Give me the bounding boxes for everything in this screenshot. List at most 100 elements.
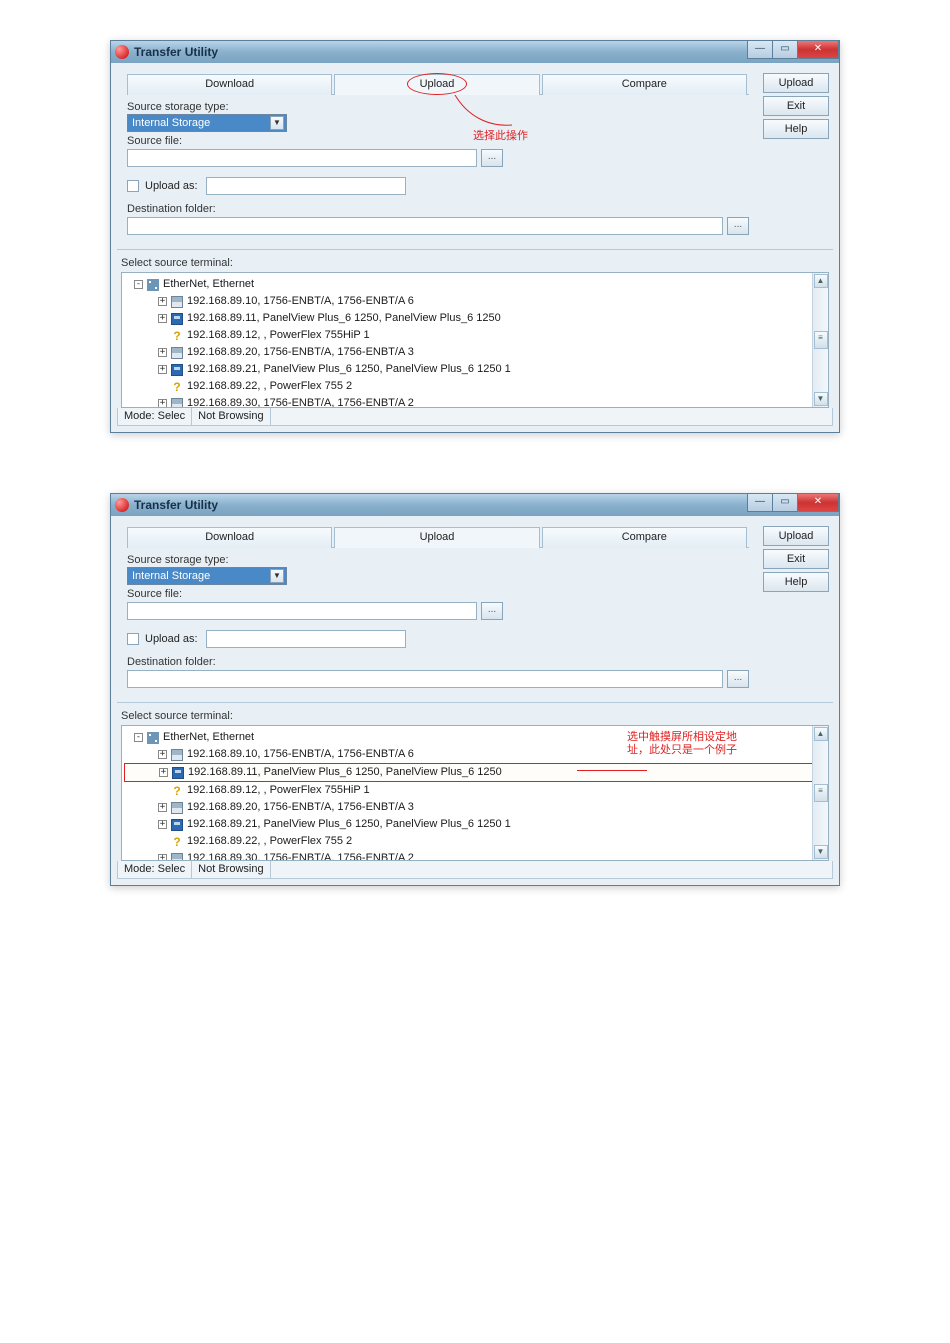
destination-browse-button[interactable]: ...	[727, 217, 749, 235]
transfer-utility-window-1: Transfer Utility — ▭ ✕ Download Upload C…	[110, 40, 840, 433]
source-storage-type-select[interactable]: Internal Storage ▼	[127, 567, 287, 585]
app-icon	[115, 498, 129, 512]
label-source-file: Source file:	[127, 588, 749, 600]
label-upload-as: Upload as:	[145, 633, 198, 645]
side-button-column: Upload Exit Help	[763, 526, 829, 592]
expand-icon[interactable]: +	[158, 803, 167, 812]
close-button[interactable]: ✕	[797, 41, 839, 59]
help-button[interactable]: Help	[763, 572, 829, 592]
tree-item[interactable]: +192.168.89.11, PanelView Plus_6 1250, P…	[124, 763, 826, 782]
scroll-down-button[interactable]: ▼	[814, 845, 828, 859]
question-icon: ?	[171, 381, 183, 393]
tree-item[interactable]: ? 192.168.89.22, , PowerFlex 755 2	[124, 378, 826, 395]
tree-item-label: 192.168.89.12, , PowerFlex 755HiP 1	[187, 327, 370, 344]
expand-icon[interactable]: +	[158, 297, 167, 306]
tree-scrollbar[interactable]: ▲ ≡ ▼	[812, 726, 828, 860]
expand-icon[interactable]: +	[158, 365, 167, 374]
help-button[interactable]: Help	[763, 119, 829, 139]
exit-button[interactable]: Exit	[763, 96, 829, 116]
scroll-up-button[interactable]: ▲	[814, 274, 828, 288]
titlebar[interactable]: Transfer Utility — ▭ ✕	[111, 41, 839, 63]
tree-root[interactable]: - EtherNet, Ethernet	[124, 276, 826, 293]
close-button[interactable]: ✕	[797, 494, 839, 512]
question-icon: ?	[171, 785, 183, 797]
tree-item[interactable]: ? 192.168.89.22, , PowerFlex 755 2	[124, 833, 826, 850]
tree-item[interactable]: ? 192.168.89.12, , PowerFlex 755HiP 1	[124, 327, 826, 344]
tree-item-label: 192.168.89.21, PanelView Plus_6 1250, Pa…	[187, 361, 511, 378]
tree-item-label: 192.168.89.11, PanelView Plus_6 1250, Pa…	[188, 764, 502, 781]
expand-icon[interactable]: +	[158, 854, 167, 861]
transfer-utility-window-2: Transfer Utility — ▭ ✕ Download Upload C…	[110, 493, 840, 886]
destination-folder-input[interactable]	[127, 670, 723, 688]
expand-icon[interactable]: +	[158, 399, 167, 408]
tree-item[interactable]: +192.168.89.30, 1756-ENBT/A, 1756-ENBT/A…	[124, 850, 826, 861]
expand-icon[interactable]: +	[158, 820, 167, 829]
tree-item-label: 192.168.89.21, PanelView Plus_6 1250, Pa…	[187, 816, 511, 833]
tree-item-label: 192.168.89.22, , PowerFlex 755 2	[187, 833, 352, 850]
label-destination-folder: Destination folder:	[127, 203, 749, 215]
maximize-button[interactable]: ▭	[772, 494, 798, 512]
tree-item-label: 192.168.89.22, , PowerFlex 755 2	[187, 378, 352, 395]
module-icon	[171, 347, 183, 359]
tab-upload[interactable]: Upload	[334, 527, 539, 548]
tree-item[interactable]: ? 192.168.89.12, , PowerFlex 755HiP 1	[124, 782, 826, 799]
tab-upload[interactable]: Upload	[334, 74, 539, 95]
upload-button[interactable]: Upload	[763, 526, 829, 546]
scroll-thumb[interactable]: ≡	[814, 331, 828, 349]
minimize-button[interactable]: —	[747, 41, 773, 59]
tree-item[interactable]: +192.168.89.20, 1756-ENBT/A, 1756-ENBT/A…	[124, 344, 826, 361]
exit-button[interactable]: Exit	[763, 549, 829, 569]
expand-icon[interactable]: +	[158, 348, 167, 357]
scroll-thumb[interactable]: ≡	[814, 784, 828, 802]
status-mode: Mode: Selec	[118, 861, 192, 878]
expand-icon[interactable]: +	[158, 314, 167, 323]
minimize-button[interactable]: —	[747, 494, 773, 512]
network-icon	[147, 279, 159, 291]
upload-as-input[interactable]	[206, 177, 406, 195]
tab-download[interactable]: Download	[127, 527, 332, 548]
tree-item-label: 192.168.89.10, 1756-ENBT/A, 1756-ENBT/A …	[187, 293, 414, 310]
source-file-browse-button[interactable]: ...	[481, 149, 503, 167]
upload-as-input[interactable]	[206, 630, 406, 648]
source-storage-type-select[interactable]: Internal Storage ▼	[127, 114, 287, 132]
tab-download[interactable]: Download	[127, 74, 332, 95]
titlebar[interactable]: Transfer Utility — ▭ ✕	[111, 494, 839, 516]
tree-root-label: EtherNet, Ethernet	[163, 276, 254, 293]
window-buttons: — ▭ ✕	[748, 494, 839, 512]
maximize-button[interactable]: ▭	[772, 41, 798, 59]
status-mode: Mode: Selec	[118, 408, 192, 425]
source-terminal-tree[interactable]: -EtherNet, Ethernet+192.168.89.10, 1756-…	[121, 272, 829, 408]
tree-item-label: 192.168.89.12, , PowerFlex 755HiP 1	[187, 782, 370, 799]
upload-as-checkbox[interactable]	[127, 633, 139, 645]
tree-item[interactable]: +192.168.89.11, PanelView Plus_6 1250, P…	[124, 310, 826, 327]
tab-compare[interactable]: Compare	[542, 74, 747, 95]
tree-item[interactable]: +192.168.89.20, 1756-ENBT/A, 1756-ENBT/A…	[124, 799, 826, 816]
network-icon	[147, 732, 159, 744]
collapse-icon[interactable]: -	[134, 280, 143, 289]
annotation-text-upload: 选择此操作	[473, 127, 528, 143]
tree-item[interactable]: +192.168.89.10, 1756-ENBT/A, 1756-ENBT/A…	[124, 293, 826, 310]
question-icon: ?	[171, 330, 183, 342]
expand-icon[interactable]: +	[158, 750, 167, 759]
tree-item[interactable]: +192.168.89.21, PanelView Plus_6 1250, P…	[124, 816, 826, 833]
source-storage-type-value: Internal Storage	[132, 570, 210, 582]
question-icon: ?	[171, 836, 183, 848]
scroll-up-button[interactable]: ▲	[814, 727, 828, 741]
collapse-icon[interactable]: -	[134, 733, 143, 742]
source-file-input[interactable]	[127, 602, 477, 620]
source-file-input[interactable]	[127, 149, 477, 167]
expand-icon[interactable]: +	[159, 768, 168, 777]
label-upload-as: Upload as:	[145, 180, 198, 192]
label-source-storage-type: Source storage type:	[127, 554, 749, 566]
tab-compare[interactable]: Compare	[542, 527, 747, 548]
tree-scrollbar[interactable]: ▲ ≡ ▼	[812, 273, 828, 407]
tree-item[interactable]: +192.168.89.21, PanelView Plus_6 1250, P…	[124, 361, 826, 378]
source-file-browse-button[interactable]: ...	[481, 602, 503, 620]
scroll-down-button[interactable]: ▼	[814, 392, 828, 406]
upload-as-checkbox[interactable]	[127, 180, 139, 192]
upload-button[interactable]: Upload	[763, 73, 829, 93]
panelview-icon	[171, 364, 183, 376]
destination-browse-button[interactable]: ...	[727, 670, 749, 688]
tree-item[interactable]: +192.168.89.30, 1756-ENBT/A, 1756-ENBT/A…	[124, 395, 826, 408]
destination-folder-input[interactable]	[127, 217, 723, 235]
